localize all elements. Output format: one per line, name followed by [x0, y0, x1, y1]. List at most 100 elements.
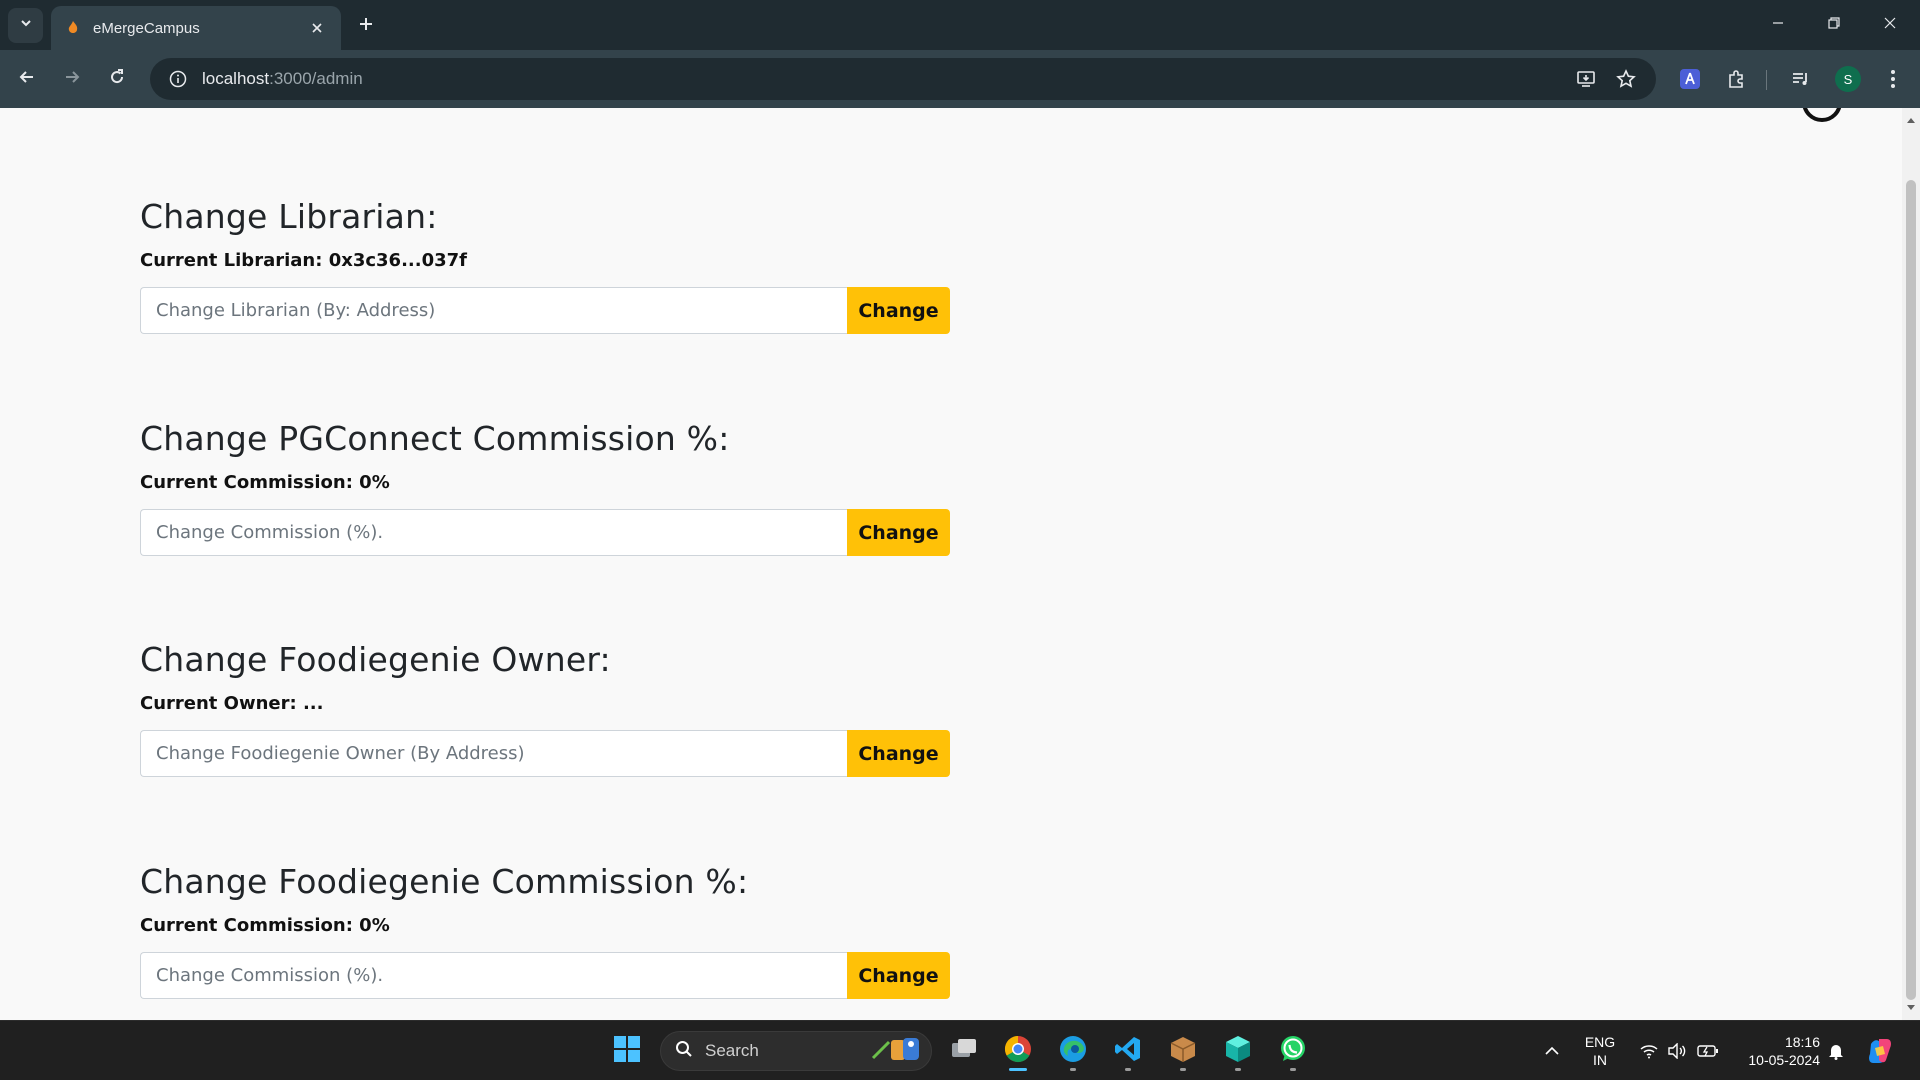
app-indicator: [1180, 1068, 1186, 1071]
taskbar-search[interactable]: Search: [660, 1031, 932, 1071]
scroll-down-icon[interactable]: [1902, 1000, 1920, 1016]
search-highlight-icon: [869, 1034, 923, 1069]
language-indicator[interactable]: ENG IN: [1570, 1033, 1630, 1069]
address-bar[interactable]: localhost:3000/admin: [150, 58, 1656, 100]
plus-icon: [358, 16, 374, 37]
reload-button[interactable]: [101, 63, 133, 95]
battery-icon[interactable]: [1695, 1021, 1721, 1080]
minimize-button[interactable]: [1750, 0, 1806, 50]
input-group: Change: [140, 952, 950, 999]
foodiegenie-owner-input[interactable]: [140, 730, 847, 777]
change-foodiegenie-commission-button[interactable]: Change: [847, 952, 950, 999]
restore-icon: [1827, 16, 1841, 35]
url-path: :3000/admin: [269, 69, 363, 88]
arrow-right-icon: [63, 68, 81, 91]
edge-taskbar-app[interactable]: [1051, 1029, 1095, 1073]
package-taskbar-app[interactable]: [1161, 1029, 1205, 1073]
start-button[interactable]: [605, 1029, 649, 1073]
clock-date: 10-05-2024: [1748, 1052, 1820, 1068]
task-view-button[interactable]: [942, 1029, 986, 1073]
chevron-down-icon: [19, 16, 33, 35]
input-group: Change: [140, 730, 950, 777]
toolbar-separator: [1766, 70, 1767, 90]
foodiegenie-commission-input[interactable]: [140, 952, 847, 999]
tab-title: eMergeCampus: [93, 19, 200, 37]
windows-logo-icon: [613, 1035, 641, 1068]
bookmark-star-icon[interactable]: [1608, 58, 1644, 100]
change-foodiegenie-commission-section: Change Foodiegenie Commission %: Current…: [140, 862, 950, 999]
scrollbar-thumb[interactable]: [1906, 180, 1916, 1000]
restore-button[interactable]: [1806, 0, 1862, 50]
librarian-address-input[interactable]: [140, 287, 847, 334]
notification-bell-icon[interactable]: [1824, 1021, 1848, 1080]
app-indicator: [1235, 1068, 1241, 1071]
install-app-icon[interactable]: [1568, 58, 1604, 100]
task-view-icon: [950, 1037, 978, 1066]
minimize-icon: [1771, 16, 1785, 35]
active-app-indicator: [1009, 1068, 1027, 1071]
reload-icon: [108, 68, 126, 91]
media-control-icon[interactable]: [1785, 63, 1817, 95]
app-indicator: [1125, 1068, 1131, 1071]
chrome-taskbar-app[interactable]: [996, 1029, 1040, 1073]
language-code: ENG: [1584, 1034, 1616, 1050]
forward-button[interactable]: [56, 63, 88, 95]
back-button[interactable]: [11, 63, 43, 95]
cube-taskbar-app[interactable]: [1216, 1029, 1260, 1073]
close-window-button[interactable]: [1862, 0, 1918, 50]
whatsapp-icon: [1278, 1034, 1308, 1069]
whatsapp-taskbar-app[interactable]: [1271, 1029, 1315, 1073]
pgconnect-commission-input[interactable]: [140, 509, 847, 556]
edge-icon: [1058, 1034, 1088, 1069]
extensions-puzzle-icon[interactable]: [1720, 63, 1752, 95]
wifi-icon[interactable]: [1638, 1021, 1660, 1080]
clock-time: 18:16: [1784, 1034, 1820, 1050]
header-logo-fragment: [130, 108, 270, 118]
more-menu-icon[interactable]: [1877, 63, 1909, 95]
arrow-left-icon: [18, 68, 36, 91]
app-indicator: [1290, 1068, 1296, 1071]
input-group: Change: [140, 509, 950, 556]
change-pgconnect-commission-button[interactable]: Change: [847, 509, 950, 556]
browser-tab-active[interactable]: eMergeCampus: [51, 6, 341, 50]
change-foodiegenie-owner-section: Change Foodiegenie Owner: Current Owner:…: [140, 640, 950, 777]
change-librarian-button[interactable]: Change: [847, 287, 950, 334]
vscode-taskbar-app[interactable]: [1106, 1029, 1150, 1073]
section-heading: Change PGConnect Commission %:: [140, 419, 730, 458]
input-group: Change: [140, 287, 950, 334]
windows-taskbar: Search ENG IN 18:16 10-05-2024: [0, 1020, 1920, 1080]
profile-avatar[interactable]: S: [1835, 66, 1861, 92]
close-tab-icon[interactable]: [307, 18, 327, 38]
tab-search-button[interactable]: [8, 8, 43, 43]
page-viewport: Change Librarian: Current Librarian: 0x3…: [0, 108, 1902, 1020]
chrome-icon: [1003, 1034, 1033, 1069]
cube-icon: [1223, 1034, 1253, 1069]
tray-overflow-icon[interactable]: [1540, 1021, 1564, 1080]
browser-tabstrip: eMergeCampus: [0, 0, 1920, 50]
url-host: localhost: [202, 69, 270, 88]
change-pgconnect-commission-section: Change PGConnect Commission %: Current C…: [140, 419, 950, 556]
user-avatar[interactable]: [1802, 108, 1842, 122]
volume-icon[interactable]: [1665, 1021, 1689, 1080]
system-clock[interactable]: 18:16 10-05-2024: [1730, 1033, 1820, 1069]
package-box-icon: [1168, 1034, 1198, 1069]
site-info-icon[interactable]: [158, 70, 198, 88]
current-value: Current Librarian: 0x3c36...037f: [140, 250, 467, 271]
vscode-icon: [1114, 1035, 1142, 1068]
extension-icon[interactable]: [1674, 63, 1706, 95]
page-scrollbar[interactable]: [1902, 108, 1920, 1020]
change-foodiegenie-owner-button[interactable]: Change: [847, 730, 950, 777]
current-value: Current Owner: ...: [140, 693, 324, 714]
close-icon: [1883, 16, 1897, 35]
language-region: IN: [1593, 1052, 1607, 1068]
current-value: Current Commission: 0%: [140, 915, 390, 936]
copilot-icon[interactable]: [1862, 1021, 1898, 1080]
scroll-up-icon[interactable]: [1902, 112, 1920, 128]
current-value: Current Commission: 0%: [140, 472, 390, 493]
app-indicator: [1070, 1068, 1076, 1071]
browser-toolbar: localhost:3000/admin S: [0, 50, 1920, 108]
change-librarian-section: Change Librarian: Current Librarian: 0x3…: [140, 197, 950, 334]
new-tab-button[interactable]: [352, 12, 380, 40]
section-heading: Change Foodiegenie Owner:: [140, 640, 611, 679]
section-heading: Change Foodiegenie Commission %:: [140, 862, 749, 901]
